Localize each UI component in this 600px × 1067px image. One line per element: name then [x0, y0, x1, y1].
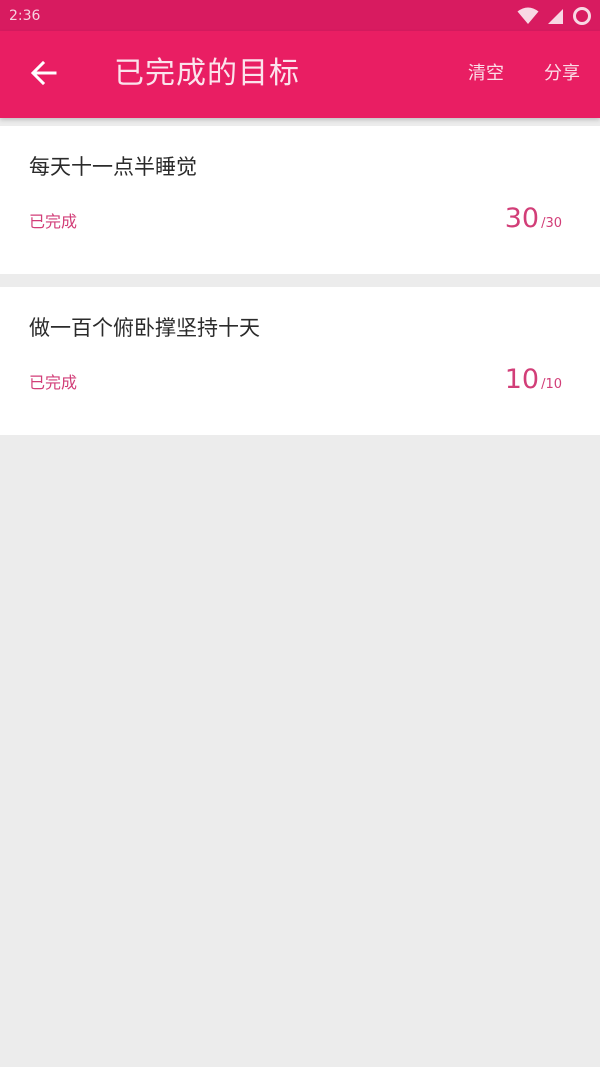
share-button[interactable]: 分享	[544, 63, 580, 85]
status-time: 2:36	[9, 8, 41, 24]
status-icons	[517, 6, 592, 26]
progress-total: 10	[545, 377, 562, 392]
goal-list: 每天十一点半睡觉 已完成 30 / 30 做一百个俯卧撑坚持十天 已完成 10 …	[0, 126, 600, 448]
battery-icon	[572, 6, 592, 26]
goal-progress: 30 / 30	[505, 204, 562, 234]
goal-progress: 10 / 10	[505, 365, 562, 395]
arrow-back-icon	[30, 60, 57, 89]
goal-title: 每天十一点半睡觉	[29, 155, 197, 179]
status-bar: 2:36	[0, 0, 600, 31]
clear-button[interactable]: 清空	[468, 63, 504, 85]
goal-status: 已完成	[29, 212, 78, 231]
goal-title: 做一百个俯卧撑坚持十天	[29, 316, 260, 340]
progress-total: 30	[545, 216, 562, 231]
progress-current: 30	[504, 203, 540, 234]
progress-current: 10	[504, 364, 540, 395]
page-title: 已完成的目标	[114, 56, 300, 91]
cellular-signal-icon	[547, 8, 564, 25]
back-button[interactable]	[22, 53, 66, 97]
wifi-icon	[517, 7, 539, 25]
goal-card[interactable]: 做一百个俯卧撑坚持十天 已完成 10 / 10	[0, 287, 600, 435]
app-bar: 已完成的目标 清空 分享	[0, 31, 600, 118]
goal-card[interactable]: 每天十一点半睡觉 已完成 30 / 30	[0, 126, 600, 274]
goal-status: 已完成	[29, 373, 78, 392]
